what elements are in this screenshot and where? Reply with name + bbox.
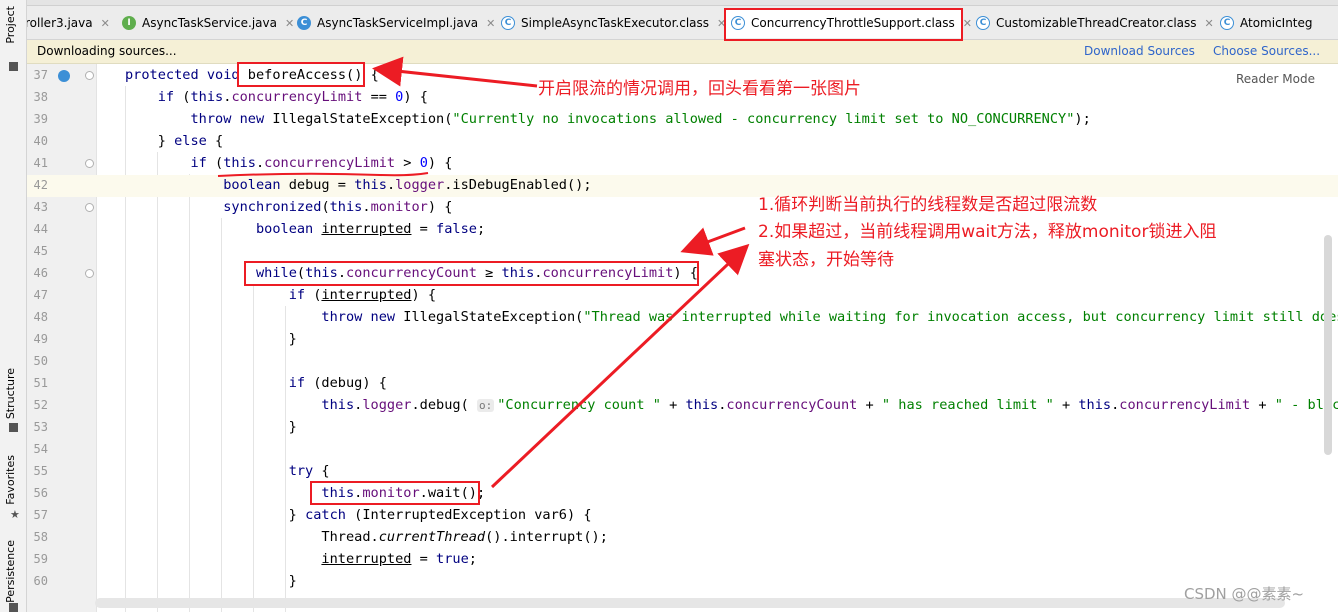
annotation-note-2-line-1: 1.循环判断当前执行的线程数是否超过限流数 (758, 195, 1098, 215)
annotation-note-1: 开启限流的情况调用，回头看看第一张图片 (538, 79, 861, 99)
arrow-to-while-loop (680, 226, 746, 256)
annotation-note-2-line-3: 塞状态，开始等待 (758, 250, 894, 270)
arrow-to-before-access (372, 56, 538, 88)
underline-concurrency-limit (217, 172, 429, 177)
arrow-to-monitor-wait (490, 243, 750, 489)
annotation-note-2-line-2: 2.如果超过，当前线程调用wait方法，释放monitor锁进入阻 (758, 222, 1217, 242)
csdn-watermark: CSDN @@素素~ (1184, 585, 1305, 603)
